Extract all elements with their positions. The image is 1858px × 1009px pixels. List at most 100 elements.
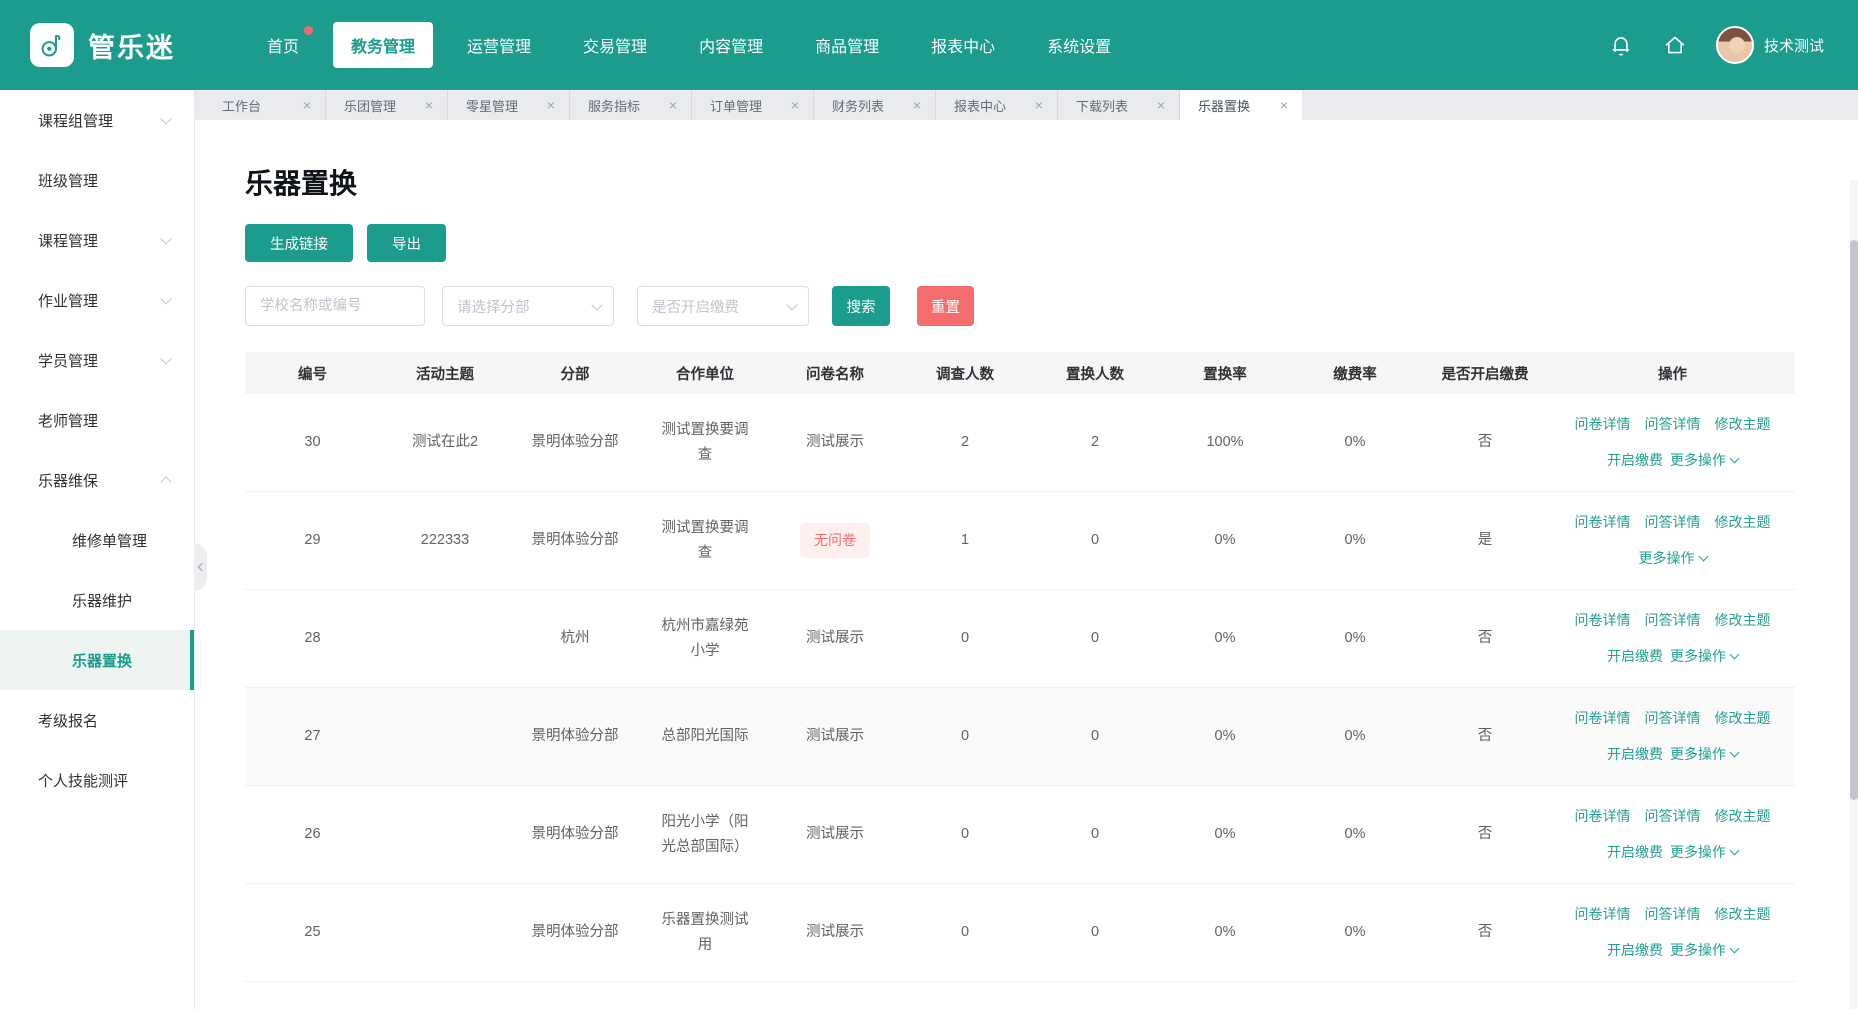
questionnaire-detail-link[interactable]: 问卷详情 <box>1575 511 1631 535</box>
close-icon[interactable]: × <box>1157 98 1165 112</box>
answer-detail-link[interactable]: 问答详情 <box>1645 413 1701 437</box>
top-nav-item[interactable]: 报表中心 <box>913 22 1013 68</box>
export-button[interactable]: 导出 <box>367 224 446 262</box>
bell-icon[interactable] <box>1608 32 1634 58</box>
questionnaire-detail-link[interactable]: 问卷详情 <box>1575 413 1631 437</box>
answer-detail-link[interactable]: 问答详情 <box>1645 609 1701 633</box>
tab-工作台[interactable]: 工作台 × <box>204 90 326 120</box>
sidebar-item-乐器维护[interactable]: 乐器维护 <box>0 570 194 630</box>
cell-partner: 总部阳光国际 <box>640 724 770 749</box>
tab-下载列表[interactable]: 下载列表 × <box>1058 90 1180 120</box>
cell-replace-rate: 0% <box>1160 528 1290 553</box>
sidebar-item-作业管理[interactable]: 作业管理 <box>0 270 194 330</box>
edit-topic-link[interactable]: 修改主题 <box>1715 805 1771 829</box>
questionnaire-detail-link[interactable]: 问卷详情 <box>1575 805 1631 829</box>
home-icon[interactable] <box>1662 32 1688 58</box>
cell-replaced-count: 0 <box>1030 528 1160 553</box>
table-row: 25 景明体验分部 乐器置换测试用 测试展示 0 0 0% 0% 否 问卷详情问… <box>245 884 1795 982</box>
fee-open-select[interactable]: 是否开启缴费 <box>637 286 809 326</box>
top-nav-item[interactable]: 系统设置 <box>1029 22 1129 68</box>
more-actions-link[interactable]: 更多操作 <box>1670 645 1738 669</box>
edit-topic-link[interactable]: 修改主题 <box>1715 511 1771 535</box>
edit-topic-link[interactable]: 修改主题 <box>1715 413 1771 437</box>
reset-button[interactable]: 重置 <box>917 286 974 326</box>
tab-乐器置换[interactable]: 乐器置换 × <box>1180 90 1302 120</box>
top-nav-item[interactable]: 首页 <box>249 22 317 68</box>
more-actions-link[interactable]: 更多操作 <box>1639 547 1707 571</box>
cell-replace-rate: 0% <box>1160 724 1290 749</box>
sidebar-item-维修单管理[interactable]: 维修单管理 <box>0 510 194 570</box>
open-fee-link[interactable]: 开启缴费 <box>1607 841 1663 865</box>
more-actions-link[interactable]: 更多操作 <box>1670 449 1738 473</box>
table-row: 30 测试在此2 景明体验分部 测试置换要调查 测试展示 2 2 100% 0%… <box>245 394 1795 492</box>
top-nav-item[interactable]: 内容管理 <box>681 22 781 68</box>
top-nav-item[interactable]: 商品管理 <box>797 22 897 68</box>
cell-id: 27 <box>245 724 380 749</box>
close-icon[interactable]: × <box>913 98 921 112</box>
close-icon[interactable]: × <box>303 98 311 112</box>
more-actions-link[interactable]: 更多操作 <box>1670 841 1738 865</box>
answer-detail-link[interactable]: 问答详情 <box>1645 805 1701 829</box>
questionnaire-detail-link[interactable]: 问卷详情 <box>1575 609 1631 633</box>
open-fee-link[interactable]: 开启缴费 <box>1607 645 1663 669</box>
top-nav-item[interactable]: 教务管理 <box>333 22 433 68</box>
cell-fee-rate: 0% <box>1290 626 1420 651</box>
edit-topic-link[interactable]: 修改主题 <box>1715 609 1771 633</box>
search-button[interactable]: 搜索 <box>832 286 890 326</box>
edit-topic-link[interactable]: 修改主题 <box>1715 903 1771 927</box>
more-actions-link[interactable]: 更多操作 <box>1670 939 1738 963</box>
sidebar-item-班级管理[interactable]: 班级管理 <box>0 150 194 210</box>
open-fee-link[interactable]: 开启缴费 <box>1607 939 1663 963</box>
tab-报表中心[interactable]: 报表中心 × <box>936 90 1058 120</box>
sidebar-item-个人技能测评[interactable]: 个人技能测评 <box>0 750 194 810</box>
more-actions-link[interactable]: 更多操作 <box>1670 743 1738 767</box>
answer-detail-link[interactable]: 问答详情 <box>1645 707 1701 731</box>
top-nav-item[interactable]: 运营管理 <box>449 22 549 68</box>
tab-财务列表[interactable]: 财务列表 × <box>814 90 936 120</box>
close-icon[interactable]: × <box>547 98 555 112</box>
cell-actions: 问卷详情问答详情修改主题 开启缴费更多操作 <box>1550 805 1795 865</box>
sidebar-item-乐器置换[interactable]: 乐器置换 <box>0 630 194 690</box>
user-name: 技术测试 <box>1764 35 1824 56</box>
school-search-input[interactable] <box>245 286 425 326</box>
top-nav-item[interactable]: 交易管理 <box>565 22 665 68</box>
table-row: 27 景明体验分部 总部阳光国际 测试展示 0 0 0% 0% 否 问卷详情问答… <box>245 688 1795 786</box>
cell-fee-open: 否 <box>1420 920 1550 945</box>
cell-surveyed-count: 2 <box>900 430 1030 455</box>
sidebar-item-考级报名[interactable]: 考级报名 <box>0 690 194 750</box>
sidebar-item-乐器维保[interactable]: 乐器维保 <box>0 450 194 510</box>
questionnaire-detail-link[interactable]: 问卷详情 <box>1575 903 1631 927</box>
tab-订单管理[interactable]: 订单管理 × <box>692 90 814 120</box>
open-fee-link[interactable]: 开启缴费 <box>1607 449 1663 473</box>
sidebar-item-老师管理[interactable]: 老师管理 <box>0 390 194 450</box>
close-icon[interactable]: × <box>425 98 433 112</box>
tab-零星管理[interactable]: 零星管理 × <box>448 90 570 120</box>
user-menu[interactable]: 技术测试 <box>1716 26 1824 64</box>
cell-branch: 景明体验分部 <box>510 822 640 847</box>
cell-id: 26 <box>245 822 380 847</box>
sidebar-item-label: 乐器维保 <box>38 470 162 491</box>
tab-乐团管理[interactable]: 乐团管理 × <box>326 90 448 120</box>
close-icon[interactable]: × <box>669 98 677 112</box>
cell-survey-name: 无问卷 <box>800 523 870 559</box>
cell-branch: 景明体验分部 <box>510 430 640 455</box>
sidebar-collapse-handle[interactable] <box>194 543 207 591</box>
sidebar-item-课程管理[interactable]: 课程管理 <box>0 210 194 270</box>
questionnaire-detail-link[interactable]: 问卷详情 <box>1575 707 1631 731</box>
brand-logo[interactable] <box>30 23 74 67</box>
tab-label: 财务列表 <box>832 96 884 115</box>
close-icon[interactable]: × <box>1035 98 1043 112</box>
scrollbar-thumb[interactable] <box>1850 240 1858 800</box>
sidebar-item-课程组管理[interactable]: 课程组管理 <box>0 90 194 150</box>
tab-bar: 工作台 × 乐团管理 × 零星管理 × 服务指标 × 订单管理 × 财务列表 ×… <box>195 90 1858 120</box>
generate-link-button[interactable]: 生成链接 <box>245 224 353 262</box>
answer-detail-link[interactable]: 问答详情 <box>1645 511 1701 535</box>
open-fee-link[interactable]: 开启缴费 <box>1607 743 1663 767</box>
answer-detail-link[interactable]: 问答详情 <box>1645 903 1701 927</box>
tab-服务指标[interactable]: 服务指标 × <box>570 90 692 120</box>
close-icon[interactable]: × <box>1280 98 1288 112</box>
sidebar-item-学员管理[interactable]: 学员管理 <box>0 330 194 390</box>
edit-topic-link[interactable]: 修改主题 <box>1715 707 1771 731</box>
branch-select[interactable]: 请选择分部 <box>442 286 614 326</box>
close-icon[interactable]: × <box>791 98 799 112</box>
